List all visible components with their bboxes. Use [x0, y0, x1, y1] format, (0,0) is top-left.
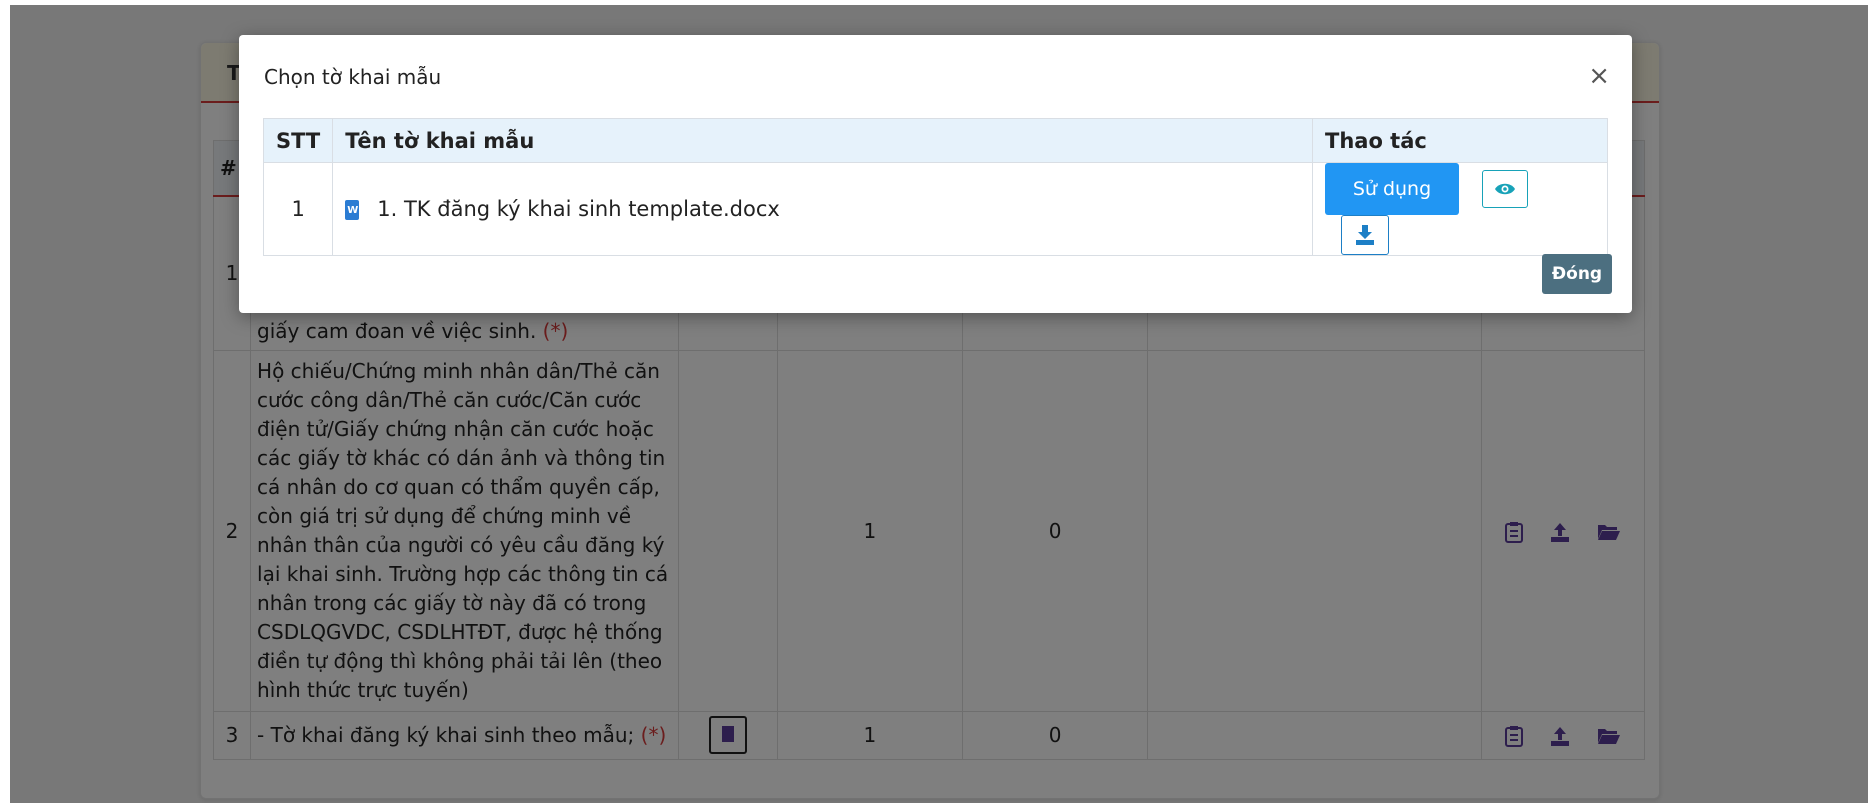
eye-icon [1494, 183, 1515, 195]
template-table: STT Tên tờ khai mẫu Thao tác 1 W 1. TK đă… [262, 118, 1608, 256]
modal-title: Chọn tờ khai mẫu [264, 65, 442, 89]
use-template-button[interactable]: Sử dụng [1325, 163, 1459, 215]
col-stt-header: STT [262, 118, 334, 163]
table-row: 1 W 1. TK đăng ký khai sinh template.docx… [262, 162, 1608, 256]
col-actions-header: Thao tác [1312, 118, 1608, 163]
row-stt: 1 [262, 162, 334, 256]
row-actions: Sử dụng [1312, 162, 1608, 256]
template-picker-modal: Chọn tờ khai mẫu × STT Tên tờ khai mẫu T… [239, 35, 1632, 313]
row-template-name: W 1. TK đăng ký khai sinh template.docx [332, 162, 1313, 256]
download-button[interactable] [1341, 215, 1389, 255]
preview-button[interactable] [1481, 170, 1528, 208]
download-icon [1356, 225, 1374, 245]
word-file-icon: W [345, 200, 360, 220]
close-icon[interactable]: × [1588, 63, 1610, 89]
template-file-name: 1. TK đăng ký khai sinh template.docx [377, 197, 780, 221]
col-template-name-header: Tên tờ khai mẫu [332, 118, 1313, 163]
word-file-icon-letter: W [347, 205, 359, 216]
close-button[interactable]: Đóng [1542, 254, 1612, 294]
template-table-header: STT Tên tờ khai mẫu Thao tác [262, 118, 1608, 163]
